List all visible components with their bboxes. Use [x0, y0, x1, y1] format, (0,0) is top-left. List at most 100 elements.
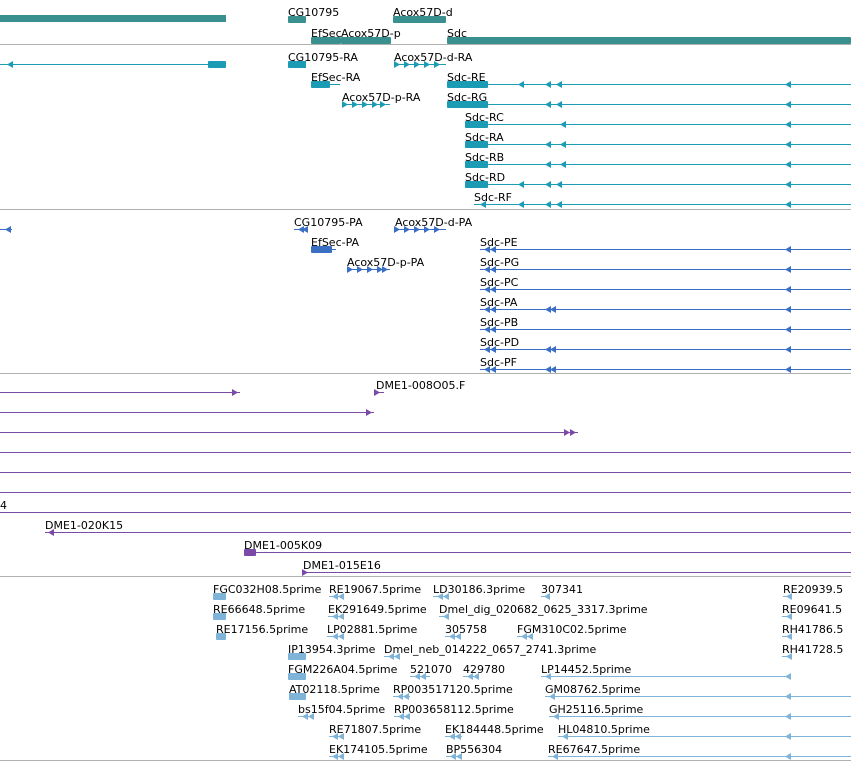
feature-label: CG10795-RA [288, 51, 358, 64]
feature-label: 307341 [541, 583, 583, 596]
feature-label: DME1-020K15 [45, 519, 123, 532]
feature-label: RE66648.5prime [213, 603, 305, 616]
strand-arrow-left-icon [785, 326, 791, 333]
feature-label: RP003517120.5prime [393, 683, 513, 696]
strand-arrow-left-icon [785, 266, 791, 273]
feature-label: Acox57D-d-RA [394, 51, 473, 64]
strand-arrow-right-icon [366, 409, 372, 416]
strand-arrow-left-icon [545, 81, 551, 88]
feature-label: HL04810.5prime [558, 723, 650, 736]
strand-arrow-left-icon [556, 101, 562, 108]
strand-arrow-left-icon [556, 81, 562, 88]
feature-label: RP003658112.5prime [394, 703, 514, 716]
strand-arrow-left-icon [785, 81, 791, 88]
strand-arrow-left-icon [518, 201, 524, 208]
strand-arrow-left-icon [785, 101, 791, 108]
feature-label: RE20939.5 [783, 583, 843, 596]
feature-label: Acox57D-d [393, 6, 453, 19]
feature-label: LP02881.5prime [327, 623, 418, 636]
feature-label: GM08762.5prime [545, 683, 641, 696]
feature-label: DME1-008O05.F [376, 379, 465, 392]
feature-label: EK291649.5prime [328, 603, 427, 616]
feature-label: EK174105.5prime [329, 743, 428, 756]
feature-label: Sdc-RA [465, 131, 504, 144]
strand-arrow-left-icon [785, 201, 791, 208]
strand-arrow-left-icon [785, 346, 791, 353]
feature-label: Sdc-RD [465, 171, 505, 184]
feature-label: DME1-005K09 [244, 539, 322, 552]
strand-arrow-left-icon [785, 306, 791, 313]
feature-label: Sdc-RC [465, 111, 504, 124]
feature-label: bs15f04.5prime [298, 703, 385, 716]
feature-label: Sdc-PA [480, 296, 518, 309]
strand-arrow-right-icon [570, 429, 576, 436]
feature-label: EfSec-PA [311, 236, 360, 249]
strand-arrow-left-icon [545, 181, 551, 188]
feature-label: 429780 [463, 663, 505, 676]
feature-label: Sdc-PE [480, 236, 518, 249]
genome-browser-view[interactable]: CG10795 Acox57D-d EfSec Acox57D-p Sdc CG10795… [0, 0, 851, 761]
feature-label: Sdc-RB [465, 151, 504, 164]
feature-label: EfSec-RA [311, 71, 361, 84]
strand-arrow-left-icon [556, 201, 562, 208]
feature-label: RE17156.5prime [216, 623, 308, 636]
strand-arrow-left-icon [785, 246, 791, 253]
strand-arrow-left-icon [785, 693, 791, 700]
feature-label: LD30186.3prime [433, 583, 525, 596]
feature-label: RE09641.5 [782, 603, 842, 616]
feature-label: Sdc-RE [447, 71, 486, 84]
feature-label: Acox57D-p-RA [342, 91, 421, 104]
feature-label: EK184448.5prime [445, 723, 544, 736]
feature-label: CG10795 [288, 6, 339, 19]
feature-exon-block[interactable] [208, 61, 226, 68]
strand-arrow-left-icon [560, 121, 566, 128]
strand-arrow-left-icon [785, 713, 791, 720]
feature-label: RE67647.5prime [548, 743, 640, 756]
feature-label: DME1-015E16 [303, 559, 381, 572]
strand-arrow-left-icon [785, 673, 791, 680]
strand-arrow-left-icon [785, 161, 791, 168]
strand-arrow-left-icon [560, 141, 566, 148]
feature-label: 521070 [410, 663, 452, 676]
strand-arrow-left-icon [785, 181, 791, 188]
strand-arrow-left-icon [545, 101, 551, 108]
strand-arrow-left-icon [556, 181, 562, 188]
strand-arrow-left-icon [7, 61, 13, 68]
feature-tracks-canvas[interactable]: CG10795 Acox57D-d EfSec Acox57D-p Sdc CG10795… [0, 0, 851, 761]
feature-exon-block[interactable] [447, 37, 851, 44]
feature-label: EfSec [311, 27, 342, 40]
feature-label: Sdc-PC [480, 276, 519, 289]
feature-label: Sdc [447, 27, 467, 40]
feature-label: 4 [0, 499, 7, 512]
strand-arrow-left-icon [545, 201, 551, 208]
strand-arrow-left-icon [518, 81, 524, 88]
strand-arrow-left-icon [785, 121, 791, 128]
feature-label: FGC032H08.5prime [213, 583, 322, 596]
feature-label: GH25116.5prime [549, 703, 644, 716]
feature-label: RE71807.5prime [329, 723, 421, 736]
feature-label: FGM226A04.5prime [288, 663, 398, 676]
feature-label: Sdc-RG [447, 91, 487, 104]
feature-label: Sdc-PD [480, 336, 519, 349]
feature-label: RH41728.5 [782, 643, 843, 656]
feature-label: AT02118.5prime [289, 683, 380, 696]
feature-label: Sdc-PF [480, 356, 517, 369]
strand-arrow-left-icon [785, 141, 791, 148]
strand-arrow-left-icon [785, 286, 791, 293]
strand-arrow-right-icon [564, 429, 570, 436]
feature-label: Dmel_neb_014222_0657_2741.3prime [384, 643, 596, 656]
feature-label: BP556304 [446, 743, 502, 756]
strand-arrow-right-icon [232, 389, 238, 396]
feature-label: CG10795-PA [294, 216, 363, 229]
feature-label: Acox57D-p [341, 27, 401, 40]
feature-label: Sdc-RF [474, 191, 512, 204]
strand-arrow-left-icon [545, 161, 551, 168]
feature-label: FGM310C02.5prime [517, 623, 627, 636]
feature-label: RE19067.5prime [329, 583, 421, 596]
strand-arrow-left-icon [518, 181, 524, 188]
feature-label: Acox57D-d-PA [395, 216, 473, 229]
feature-label: RH41786.5 [782, 623, 843, 636]
feature-label: IP13954.3prime [288, 643, 376, 656]
feature-label: Acox57D-p-PA [347, 256, 425, 269]
feature-exon-block[interactable] [0, 15, 226, 22]
